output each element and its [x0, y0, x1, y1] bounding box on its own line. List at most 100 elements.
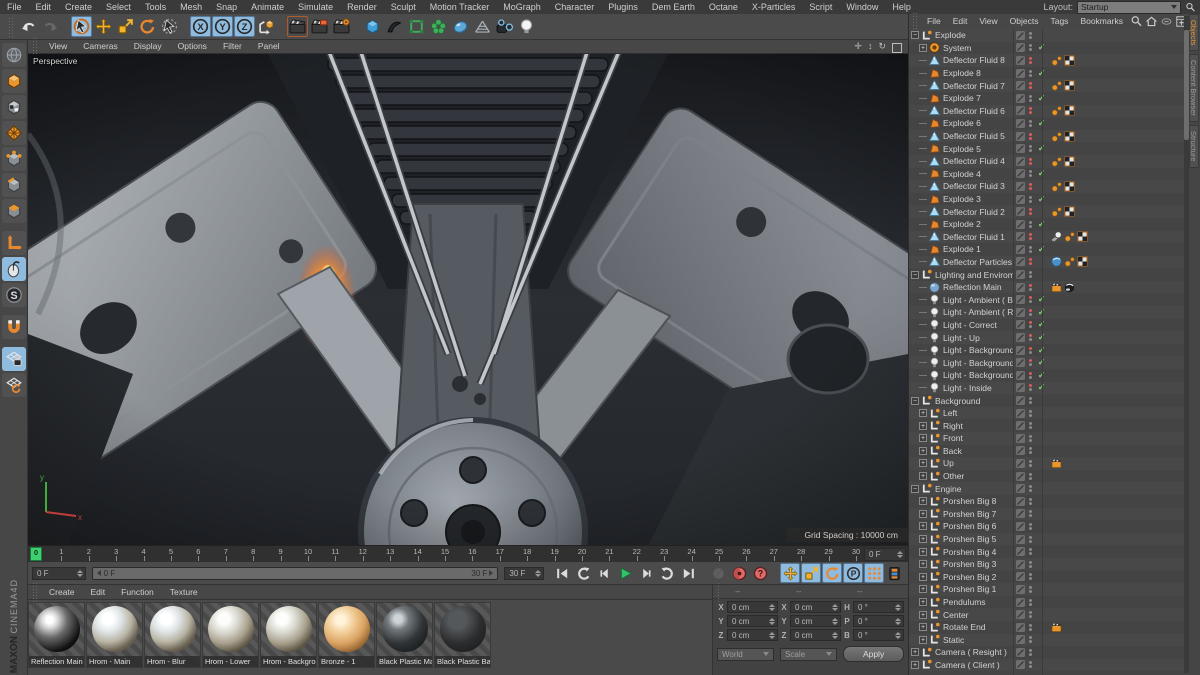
- object-name[interactable]: Explode 8: [943, 68, 981, 78]
- material-menu-function[interactable]: Function: [113, 585, 162, 599]
- spinner-arrows-icon[interactable]: [895, 604, 901, 611]
- material-tile[interactable]: Hrom - Lower: [202, 602, 259, 668]
- object-row[interactable]: Explode 3✓: [909, 193, 1184, 206]
- visibility-dots[interactable]: [1026, 359, 1035, 366]
- object-name[interactable]: Explode: [935, 30, 966, 40]
- object-name[interactable]: Reflection Main: [943, 282, 1002, 292]
- editor-visibility-dot[interactable]: [1029, 397, 1032, 400]
- object-row[interactable]: Reflection Main: [909, 281, 1184, 294]
- checker-tag-icon[interactable]: [1064, 131, 1075, 142]
- play-button[interactable]: [615, 563, 635, 583]
- object-name[interactable]: Explode 1: [943, 244, 981, 254]
- key-position-button[interactable]: [780, 563, 800, 583]
- object-row[interactable]: Deflector Fluid 2: [909, 205, 1184, 218]
- next-key-button[interactable]: [657, 563, 677, 583]
- expand-toggle-icon[interactable]: +: [919, 447, 927, 455]
- object-row[interactable]: −Engine: [909, 482, 1184, 495]
- object-row[interactable]: +Right: [909, 419, 1184, 432]
- render-visibility-dot[interactable]: [1029, 48, 1032, 51]
- spinner-arrows-icon[interactable]: [895, 632, 901, 639]
- visibility-dots[interactable]: [1026, 485, 1035, 492]
- timeline-ruler[interactable]: 0123456789101112131415161718192021222324…: [28, 545, 908, 563]
- object-row[interactable]: +Porshen Big 7: [909, 508, 1184, 521]
- edge-mode-button[interactable]: [2, 173, 26, 197]
- preview-range-slider[interactable]: 0 F 30 F: [92, 567, 499, 580]
- visibility-dots[interactable]: [1026, 372, 1035, 379]
- undo-button[interactable]: [18, 16, 39, 37]
- visibility-dots[interactable]: [1026, 271, 1035, 278]
- editor-visibility-dot[interactable]: [1029, 44, 1032, 47]
- visibility-dots[interactable]: [1026, 82, 1035, 89]
- visibility-dots[interactable]: [1026, 158, 1035, 165]
- object-row[interactable]: Light - Correct✓: [909, 319, 1184, 332]
- spinner-arrows-icon[interactable]: [535, 570, 541, 577]
- expand-toggle-icon[interactable]: +: [919, 623, 927, 631]
- visibility-dots[interactable]: [1026, 435, 1035, 442]
- render-visibility-dot[interactable]: [1029, 212, 1032, 215]
- editor-visibility-dot[interactable]: [1029, 347, 1032, 350]
- visibility-dots[interactable]: [1026, 422, 1035, 429]
- layer-icon[interactable]: [1015, 244, 1026, 255]
- layer-icon[interactable]: [1015, 609, 1026, 620]
- material-tile[interactable]: Hrom - Blur: [144, 602, 201, 668]
- editor-visibility-dot[interactable]: [1029, 133, 1032, 136]
- object-name[interactable]: Pendulums: [943, 597, 986, 607]
- visibility-dots[interactable]: [1026, 196, 1035, 203]
- layer-icon[interactable]: [1015, 521, 1026, 532]
- point-mode-button[interactable]: [2, 147, 26, 171]
- menu-item-motion-tracker[interactable]: Motion Tracker: [423, 0, 497, 14]
- apply-button[interactable]: Apply: [843, 646, 904, 662]
- layer-icon[interactable]: [1015, 181, 1026, 192]
- mograph-button[interactable]: [428, 16, 449, 37]
- expand-toggle-icon[interactable]: +: [919, 510, 927, 518]
- object-name[interactable]: Right: [943, 421, 963, 431]
- object-name[interactable]: Porshen Big 5: [943, 534, 996, 544]
- layer-icon[interactable]: [1015, 143, 1026, 154]
- hide-icon[interactable]: [1160, 15, 1173, 28]
- layer-icon[interactable]: [1015, 42, 1026, 53]
- editor-visibility-dot[interactable]: [1029, 536, 1032, 539]
- key-rotation-button[interactable]: [822, 563, 842, 583]
- render-visibility-dot[interactable]: [1029, 275, 1032, 278]
- render-visibility-dot[interactable]: [1029, 187, 1032, 190]
- object-row[interactable]: Deflector Particles: [909, 256, 1184, 269]
- material-tile[interactable]: Hrom - Main: [86, 602, 143, 668]
- spline-pen-button[interactable]: [384, 16, 405, 37]
- viewport-camera-label[interactable]: Perspective: [33, 56, 77, 66]
- object-row[interactable]: −Background: [909, 394, 1184, 407]
- layer-icon[interactable]: [1015, 559, 1026, 570]
- layer-icon[interactable]: [1015, 206, 1026, 217]
- object-row[interactable]: +Static: [909, 634, 1184, 647]
- render-visibility-dot[interactable]: [1029, 36, 1032, 39]
- collapse-toggle-icon[interactable]: −: [911, 271, 919, 279]
- expand-toggle-icon[interactable]: +: [919, 535, 927, 543]
- visibility-dots[interactable]: [1026, 561, 1035, 568]
- side-tab-structure[interactable]: Structure: [1189, 125, 1199, 167]
- layer-icon[interactable]: [1015, 332, 1026, 343]
- editor-visibility-dot[interactable]: [1029, 599, 1032, 602]
- spheretex-tag-icon[interactable]: [1064, 282, 1075, 293]
- particles-tag-icon[interactable]: [1051, 80, 1062, 91]
- layer-icon[interactable]: [1015, 584, 1026, 595]
- object-name[interactable]: Deflector Fluid 1: [943, 232, 1005, 242]
- layer-icon[interactable]: [1015, 345, 1026, 356]
- layer-icon[interactable]: [1015, 433, 1026, 444]
- render-visibility-dot[interactable]: [1029, 111, 1032, 114]
- expand-toggle-icon[interactable]: +: [919, 598, 927, 606]
- object-row[interactable]: Deflector Fluid 3: [909, 180, 1184, 193]
- object-name[interactable]: Porshen Big 4: [943, 547, 996, 557]
- render-visibility-dot[interactable]: [1029, 200, 1032, 203]
- visibility-dots[interactable]: [1026, 145, 1035, 152]
- render-visibility-dot[interactable]: [1029, 514, 1032, 517]
- visibility-dots[interactable]: [1026, 460, 1035, 467]
- render-visibility-dot[interactable]: [1029, 149, 1032, 152]
- menu-item-create[interactable]: Create: [58, 0, 99, 14]
- object-row[interactable]: +Up: [909, 457, 1184, 470]
- coordinate-value-field[interactable]: 0 cm: [790, 615, 841, 627]
- render-visibility-dot[interactable]: [1029, 401, 1032, 404]
- viewport-menu-cameras[interactable]: Cameras: [75, 40, 125, 53]
- layer-icon[interactable]: [1015, 118, 1026, 129]
- menu-item-select[interactable]: Select: [99, 0, 138, 14]
- visibility-dots[interactable]: [1026, 397, 1035, 404]
- render-visibility-dot[interactable]: [1029, 414, 1032, 417]
